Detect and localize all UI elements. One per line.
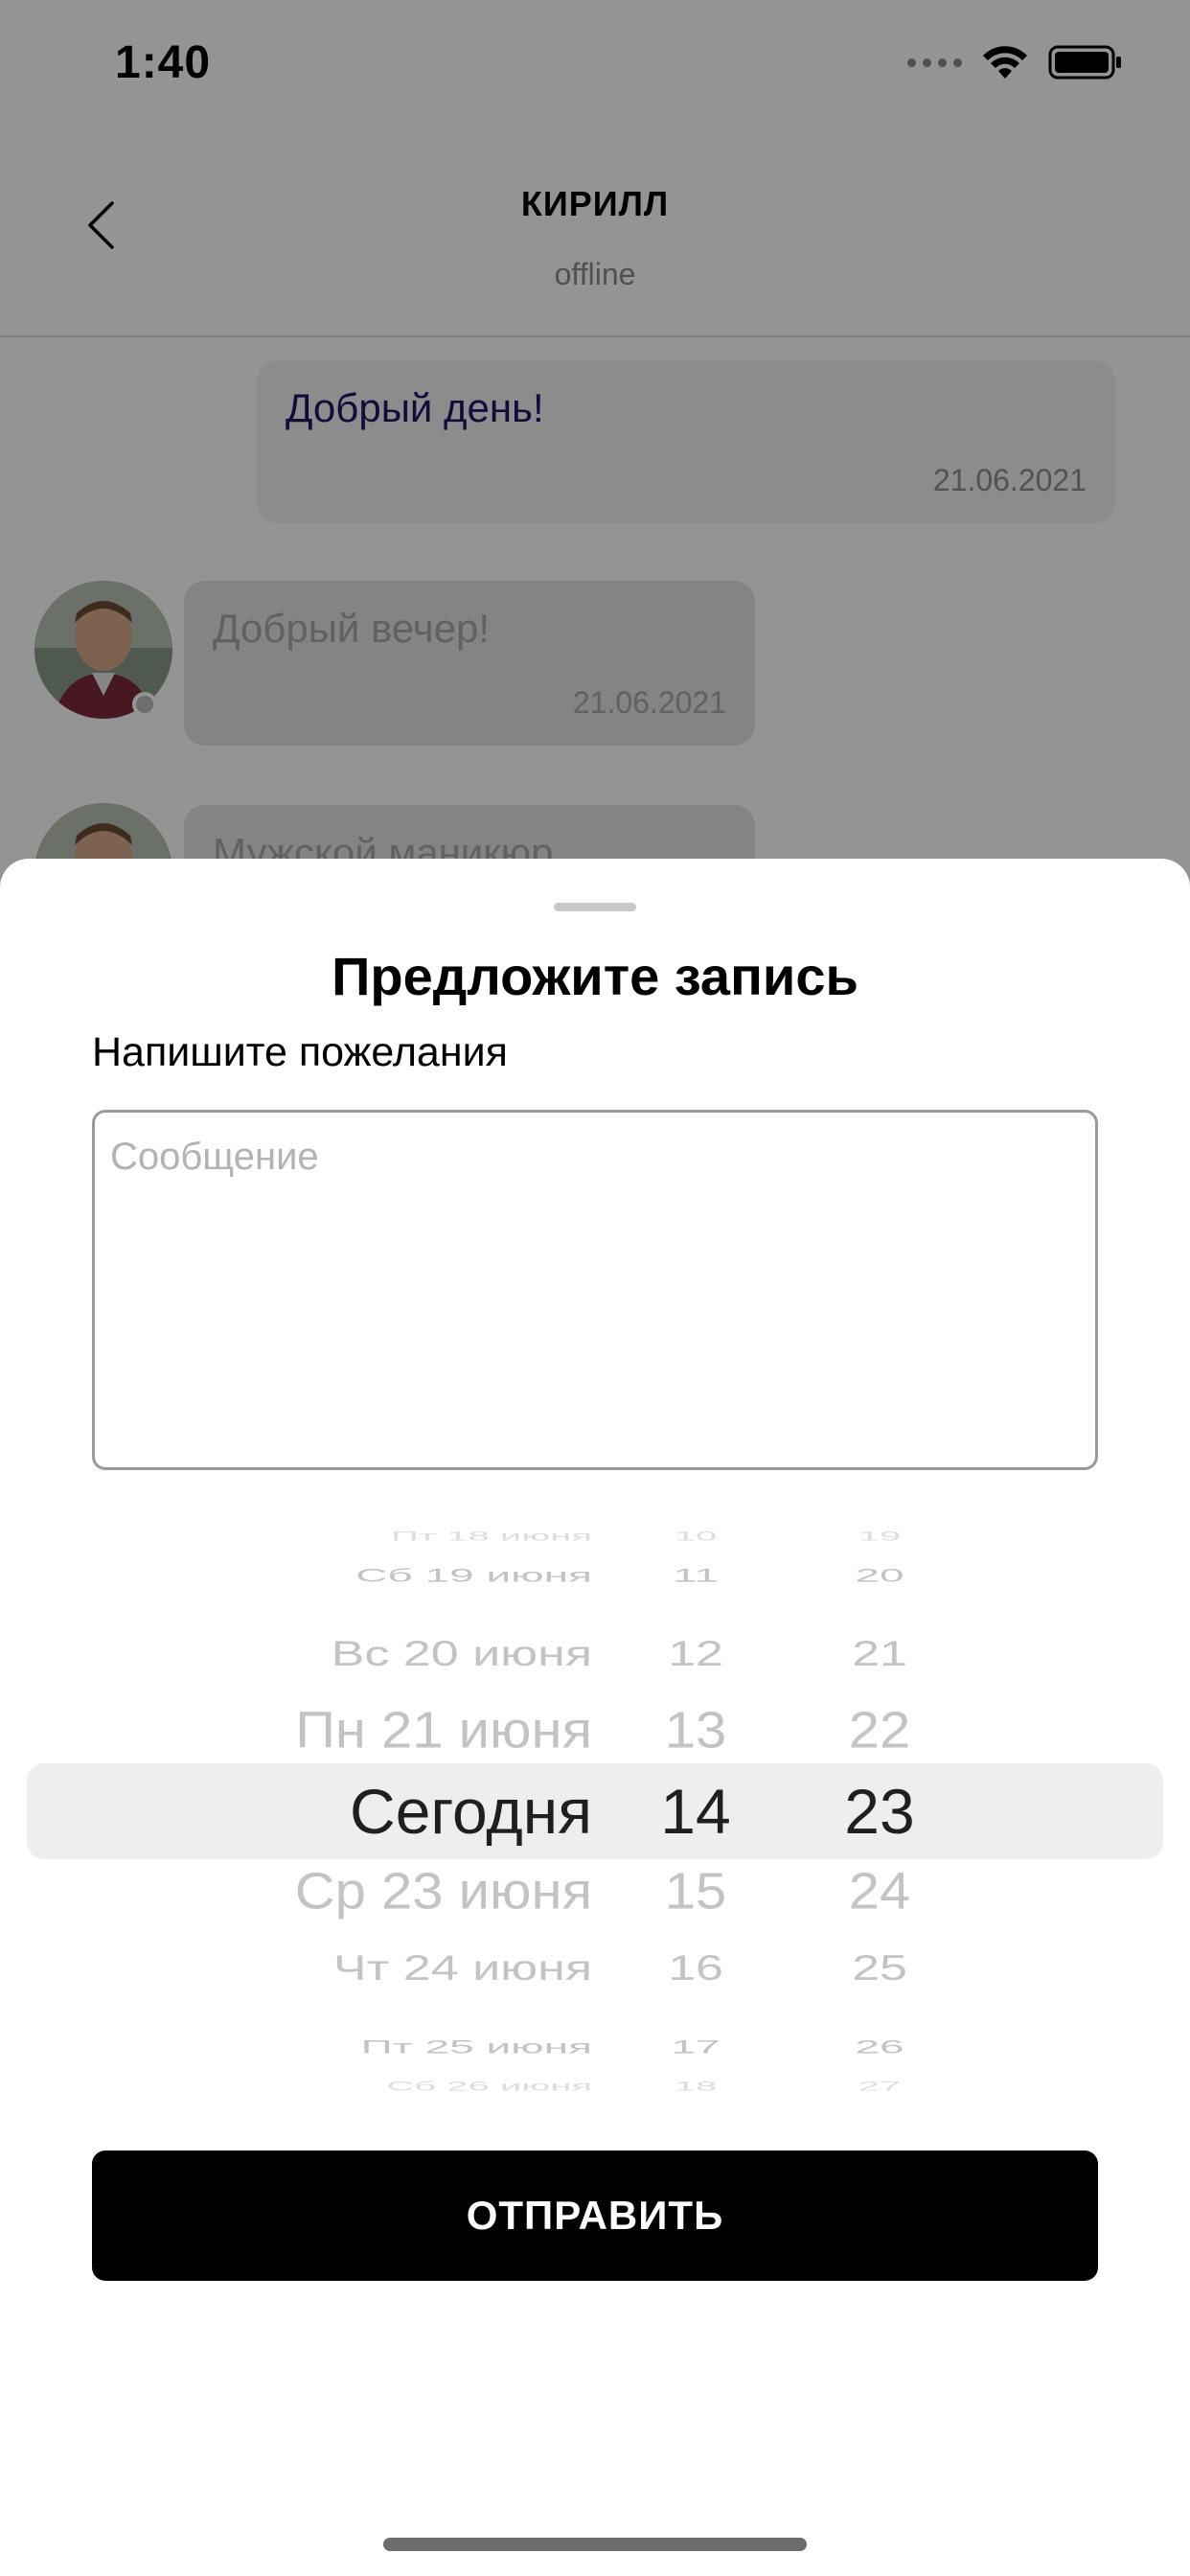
picker-minute: 25	[852, 1948, 907, 1989]
picker-minute: 23	[844, 1776, 915, 1847]
picker-row[interactable]: Сб 19 июня 11 20	[0, 1555, 1190, 1596]
message-field[interactable]	[92, 1110, 1098, 1470]
picker-date: Пн 21 июня	[295, 1701, 592, 1760]
picker-date: Сб 26 июня	[386, 2078, 592, 2094]
picker-date: Сегодня	[350, 1776, 592, 1847]
picker-row[interactable]: Чт 24 июня 16 25	[0, 1934, 1190, 2003]
message-input[interactable]	[95, 1113, 1095, 1467]
picker-date: Ср 23 июня	[294, 1862, 592, 1920]
picker-row-selected[interactable]: Сегодня 14 23	[0, 1763, 1190, 1859]
picker-hour: 15	[664, 1862, 727, 1920]
picker-date: Сб 19 июня	[355, 1565, 592, 1586]
picker-hour: 16	[668, 1948, 723, 1989]
picker-minute: 20	[855, 1565, 904, 1586]
send-button[interactable]: ОТПРАВИТЬ	[92, 2150, 1098, 2281]
picker-row[interactable]: Ср 23 июня 15 24	[0, 1848, 1190, 1937]
picker-hour: 18	[674, 2078, 718, 2094]
date-time-picker[interactable]: Пт 18 июня 10 19 Сб 19 июня 11 20 Вс 20 июня 12…	[0, 1530, 1190, 2094]
picker-hour: 14	[660, 1776, 731, 1847]
picker-minute: 21	[852, 1634, 907, 1674]
booking-sheet: Предложите запись Напишите пожелания Пт …	[0, 859, 1190, 2576]
picker-minute: 22	[848, 1701, 911, 1760]
sheet-title: Предложите запись	[332, 946, 858, 1006]
home-indicator[interactable]	[383, 2538, 807, 2551]
picker-row[interactable]: Сб 26 июня 18 27	[0, 2069, 1190, 2103]
picker-hour: 11	[673, 1565, 719, 1586]
picker-hour: 12	[668, 1634, 723, 1674]
picker-hour: 13	[664, 1701, 727, 1760]
picker-date: Вс 20 июня	[331, 1634, 592, 1674]
picker-row[interactable]: Вс 20 июня 12 21	[0, 1620, 1190, 1689]
wishes-label: Напишите пожелания	[92, 1029, 508, 1075]
picker-minute: 27	[858, 2078, 902, 2094]
picker-hour: 17	[671, 2036, 721, 2058]
screen: 1:40 КИРИЛЛ offline Добрый день! 21.06.2…	[0, 0, 1190, 2576]
picker-minute: 24	[848, 1862, 911, 1920]
picker-minute: 19	[858, 1529, 902, 1545]
picker-row[interactable]: Пт 18 июня 10 19	[0, 1520, 1190, 1553]
picker-row[interactable]: Пт 25 июня 17 26	[0, 2027, 1190, 2067]
picker-row[interactable]: Пн 21 июня 13 22	[0, 1687, 1190, 1776]
picker-minute: 26	[855, 2036, 904, 2058]
sheet-grabber[interactable]	[554, 903, 636, 911]
picker-date: Чт 24 июня	[332, 1948, 592, 1989]
picker-date: Пт 25 июня	[360, 2036, 592, 2058]
picker-hour: 10	[674, 1529, 718, 1545]
picker-date: Пт 18 июня	[391, 1529, 592, 1545]
